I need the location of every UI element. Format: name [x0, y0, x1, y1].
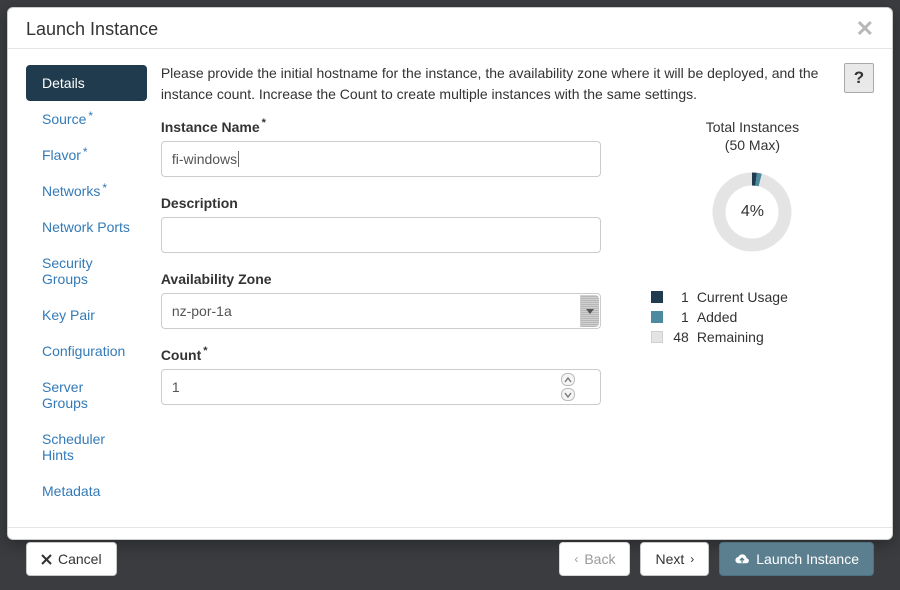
legend-row: 1 Added — [651, 309, 874, 325]
sidebar-item-label: Configuration — [42, 343, 125, 359]
chevron-right-icon: › — [690, 552, 694, 566]
sidebar-item-server-groups[interactable]: Server Groups — [26, 369, 147, 421]
quota-legend: 1 Current Usage 1 Added 48 Remaining — [651, 289, 874, 345]
chevron-down-icon — [580, 295, 599, 327]
sidebar-item-label: Server Groups — [42, 379, 131, 411]
step-sidebar: Details Source* Flavor* Networks* Networ… — [26, 63, 147, 509]
sidebar-item-configuration[interactable]: Configuration — [26, 333, 147, 369]
legend-swatch — [651, 331, 663, 343]
cancel-button[interactable]: Cancel — [26, 542, 117, 576]
legend-number: 1 — [671, 289, 689, 305]
sidebar-item-source[interactable]: Source* — [26, 101, 147, 137]
legend-label: Added — [697, 309, 737, 325]
details-pane: ? Please provide the initial hostname fo… — [147, 63, 874, 509]
sidebar-item-label: Scheduler Hints — [42, 431, 131, 463]
required-icon: * — [203, 345, 207, 357]
field-label: Description — [161, 195, 238, 211]
field-count: Count* 1 — [161, 347, 591, 405]
field-description: Description — [161, 195, 591, 253]
required-icon: * — [262, 117, 266, 129]
sidebar-item-flavor[interactable]: Flavor* — [26, 137, 147, 173]
close-icon[interactable]: ✕ — [856, 18, 874, 40]
next-button[interactable]: Next › — [640, 542, 709, 576]
sidebar-item-label: Details — [42, 75, 85, 91]
required-icon: * — [88, 109, 93, 123]
quota-subtitle: (50 Max) — [631, 137, 874, 153]
sidebar-item-security-groups[interactable]: Security Groups — [26, 245, 147, 297]
availability-zone-select[interactable]: nz-por-1a — [161, 293, 601, 329]
button-label: Next — [655, 551, 684, 567]
instance-name-input[interactable]: fi-windows — [161, 141, 601, 177]
legend-number: 48 — [671, 329, 689, 345]
close-icon — [41, 554, 52, 565]
sidebar-item-label: Key Pair — [42, 307, 95, 323]
sidebar-item-label: Networks — [42, 183, 100, 199]
field-label: Availability Zone — [161, 271, 272, 287]
button-label: Launch Instance — [756, 551, 859, 567]
field-label: Instance Name — [161, 119, 260, 135]
sidebar-item-label: Metadata — [42, 483, 100, 499]
count-step-down[interactable] — [561, 388, 575, 401]
dialog-title: Launch Instance — [26, 19, 158, 40]
sidebar-item-details[interactable]: Details — [26, 65, 147, 101]
quota-donut-chart: 4% — [711, 171, 793, 253]
button-label: Cancel — [58, 551, 102, 567]
sidebar-item-scheduler-hints[interactable]: Scheduler Hints — [26, 421, 147, 473]
quota-percent-label: 4% — [711, 171, 793, 253]
sidebar-item-metadata[interactable]: Metadata — [26, 473, 147, 509]
quota-title: Total Instances — [631, 119, 874, 135]
field-instance-name: Instance Name* fi-windows — [161, 119, 591, 177]
sidebar-item-label: Security Groups — [42, 255, 131, 287]
required-icon: * — [83, 145, 88, 159]
launch-instance-dialog: Launch Instance ✕ Details Source* Flavor… — [7, 7, 893, 540]
sidebar-item-label: Network Ports — [42, 219, 130, 235]
required-icon: * — [102, 181, 107, 195]
legend-row: 48 Remaining — [651, 329, 874, 345]
legend-swatch — [651, 291, 663, 303]
help-button[interactable]: ? — [844, 63, 874, 93]
legend-number: 1 — [671, 309, 689, 325]
chevron-left-icon: ‹ — [574, 552, 578, 566]
form-column: Instance Name* fi-windows Description — [161, 119, 591, 423]
cloud-upload-icon — [734, 553, 750, 565]
chevron-down-icon — [564, 392, 572, 398]
count-step-up[interactable] — [561, 373, 575, 386]
legend-row: 1 Current Usage — [651, 289, 874, 305]
back-button[interactable]: ‹ Back — [559, 542, 630, 576]
sidebar-item-label: Source — [42, 111, 86, 127]
sidebar-item-network-ports[interactable]: Network Ports — [26, 209, 147, 245]
sidebar-item-networks[interactable]: Networks* — [26, 173, 147, 209]
sidebar-item-key-pair[interactable]: Key Pair — [26, 297, 147, 333]
count-input[interactable]: 1 — [161, 369, 601, 405]
dialog-body: Details Source* Flavor* Networks* Networ… — [8, 48, 892, 528]
quota-column: Total Instances (50 Max) 4% — [591, 119, 874, 423]
help-icon: ? — [854, 68, 864, 88]
legend-label: Remaining — [697, 329, 764, 345]
input-value: fi-windows — [172, 151, 237, 167]
field-label: Count — [161, 347, 201, 363]
dialog-header: Launch Instance ✕ — [8, 8, 892, 48]
dialog-footer: Cancel ‹ Back Next › Launch Instance — [8, 528, 892, 590]
select-value: nz-por-1a — [172, 303, 232, 319]
field-availability-zone: Availability Zone nz-por-1a — [161, 271, 591, 329]
launch-instance-button[interactable]: Launch Instance — [719, 542, 874, 576]
legend-swatch — [651, 311, 663, 323]
pane-help-text: Please provide the initial hostname for … — [161, 63, 874, 105]
button-label: Back — [584, 551, 615, 567]
input-value: 1 — [172, 379, 180, 395]
chevron-up-icon — [564, 377, 572, 383]
description-input[interactable] — [161, 217, 601, 253]
legend-label: Current Usage — [697, 289, 788, 305]
sidebar-item-label: Flavor — [42, 147, 81, 163]
